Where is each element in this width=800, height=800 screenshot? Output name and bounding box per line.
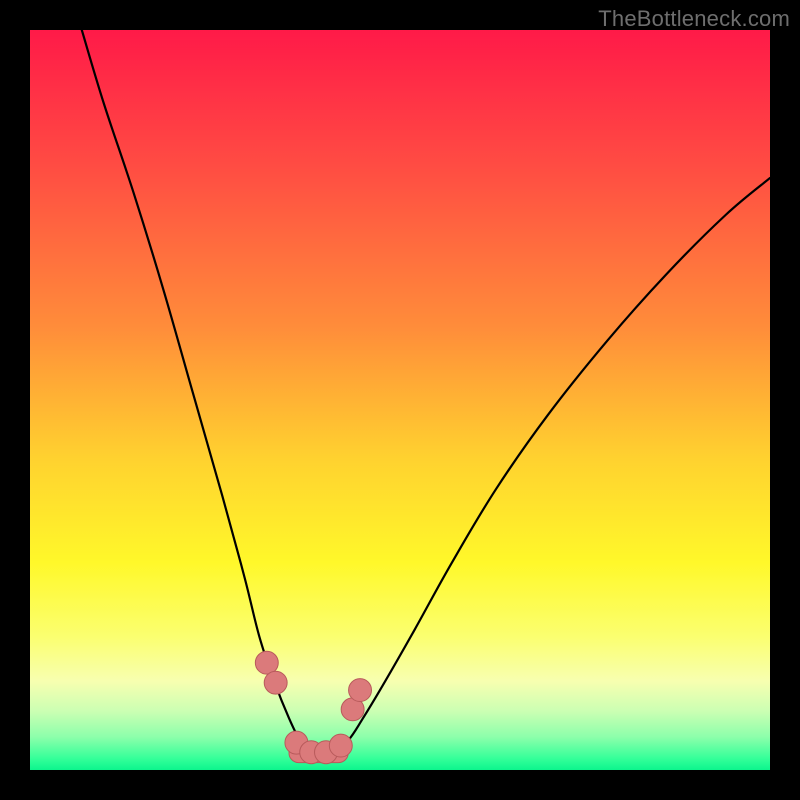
plot-area [30,30,770,770]
background-gradient [30,30,770,770]
chart-frame: TheBottleneck.com [0,0,800,800]
watermark-text: TheBottleneck.com [598,6,790,32]
